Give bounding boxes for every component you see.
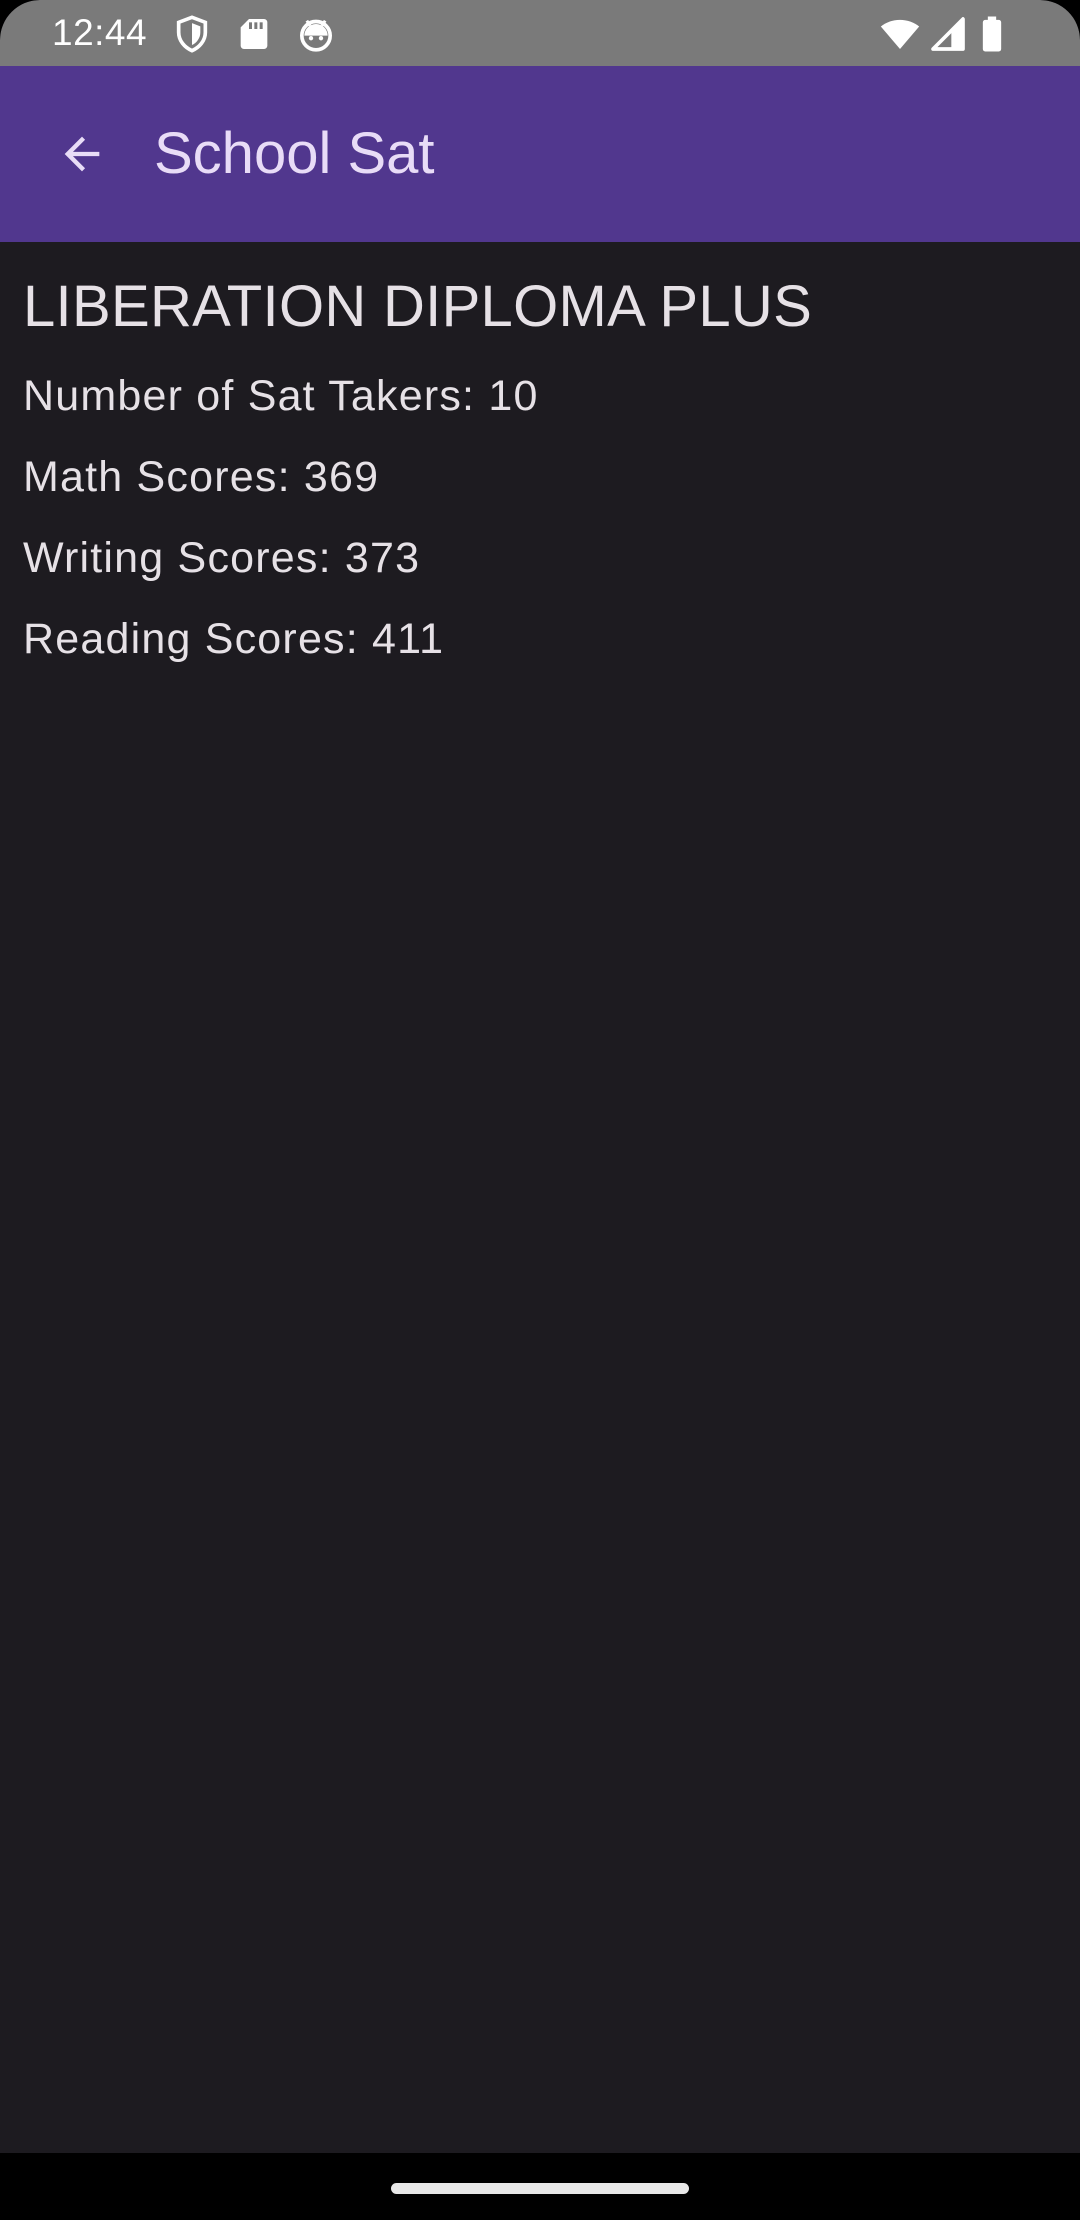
system-navigation-bar — [0, 2153, 1080, 2220]
status-bar: 12:44 — [0, 0, 1080, 66]
wifi-icon — [880, 14, 920, 54]
writing-scores: Writing Scores: 373 — [23, 534, 421, 582]
home-gesture-handle[interactable] — [391, 2183, 689, 2194]
back-button[interactable] — [38, 110, 126, 198]
phone-screen: 12:44 School Sat LIBERATION DIPLOMA PLUS… — [0, 0, 1080, 2220]
school-sat-details: LIBERATION DIPLOMA PLUS Number of Sat Ta… — [23, 242, 1057, 680]
reading-scores: Reading Scores: 411 — [23, 615, 445, 663]
math-scores: Math Scores: 369 — [23, 453, 380, 501]
shield-icon — [172, 14, 212, 54]
top-app-bar: School Sat — [0, 66, 1080, 242]
sat-takers-count: Number of Sat Takers: 10 — [23, 372, 539, 420]
school-name: LIBERATION DIPLOMA PLUS — [23, 274, 813, 339]
app-bar-title: School Sat — [154, 121, 435, 186]
sd-card-icon — [234, 14, 274, 54]
arrow-back-icon — [64, 136, 100, 172]
signal-icon — [928, 14, 968, 54]
status-time: 12:44 — [52, 12, 148, 53]
battery-icon — [972, 14, 1012, 54]
android-head-icon — [296, 14, 336, 54]
